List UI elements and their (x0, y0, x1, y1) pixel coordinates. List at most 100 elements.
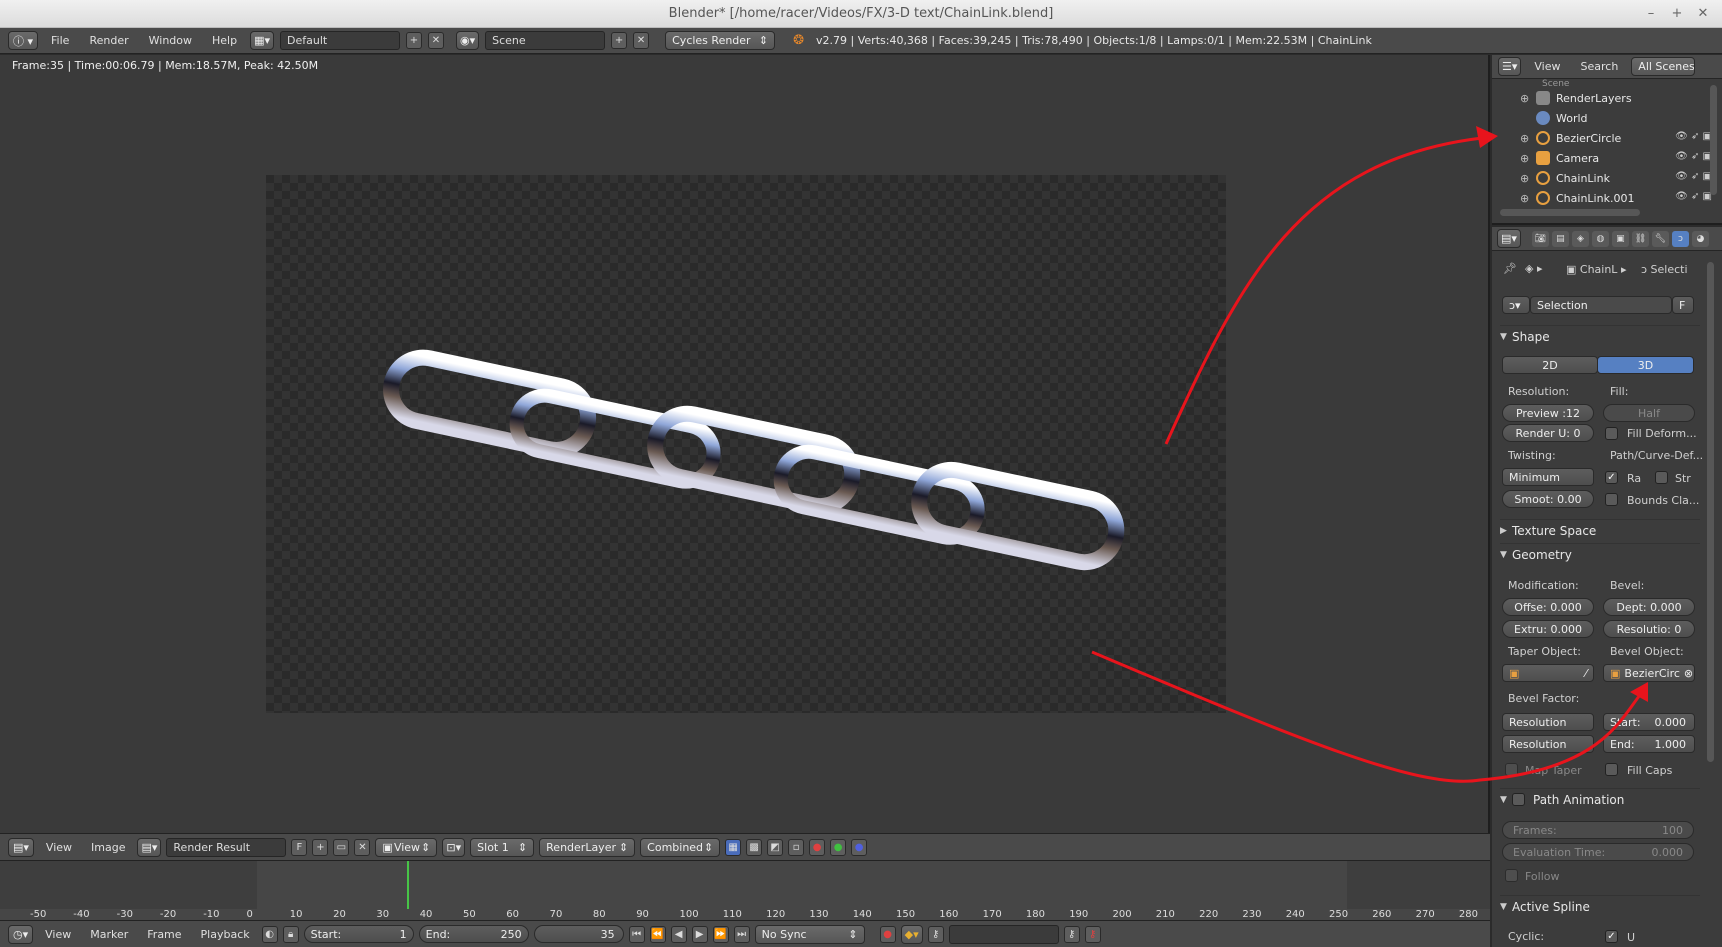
menu-marker[interactable]: Marker (83, 928, 135, 941)
remove-scene-icon[interactable]: ✕ (633, 32, 650, 49)
preview-resolution-field[interactable]: Preview :12 (1502, 404, 1594, 422)
bounds-clamp-checkbox[interactable] (1605, 493, 1618, 506)
path-animation-section-header[interactable]: ▼ Path Animation (1500, 788, 1700, 810)
add-layout-icon[interactable]: + (406, 32, 422, 49)
prev-key-icon[interactable]: ⏪ (649, 925, 666, 943)
eyedropper-icon[interactable]: ⁄ (1585, 667, 1587, 680)
menu-playback[interactable]: Playback (194, 928, 257, 941)
constraints-tab-icon[interactable]: ⛓︎ (1631, 230, 1649, 247)
insert-key-icon[interactable]: ⚷ (1063, 925, 1080, 943)
jump-start-icon[interactable]: ⏮ (628, 925, 645, 943)
smooth-field[interactable]: Smoot: 0.00 (1502, 490, 1594, 508)
play-icon[interactable]: ▶ (691, 925, 708, 943)
keying-set-field[interactable] (948, 924, 1059, 944)
outliner-menu-search[interactable]: Search (1574, 60, 1626, 73)
fill-mode-select[interactable]: Half (1603, 404, 1695, 422)
bevel-object-field[interactable]: ▣ BezierCirc ⊗ (1603, 664, 1695, 682)
add-scene-icon[interactable]: + (611, 32, 628, 49)
texture-space-section-header[interactable]: ▶ Texture Space (1500, 519, 1700, 541)
bevel-resolution-field[interactable]: Resolutio: 0 (1603, 620, 1695, 638)
outliner-scene-row[interactable]: Scene (1492, 79, 1722, 88)
datablock-fake-user[interactable]: F (1672, 296, 1694, 314)
sync-select[interactable]: No Sync ⇕ (754, 924, 865, 944)
shape-section-header[interactable]: ▼ Shape (1500, 325, 1700, 347)
cyclic-u-checkbox[interactable]: ✓ (1605, 930, 1618, 943)
curve-data-tab-icon[interactable]: ↄ (1671, 230, 1689, 247)
bevel-factor-mode-start[interactable]: Resolution (1502, 713, 1594, 731)
menu-view[interactable]: View (39, 841, 79, 854)
keying-set-icon[interactable]: ◆▾ (900, 924, 923, 944)
outliner-item-chainlink[interactable]: ⊕ ChainLink 👁︎ ➶ ▣ (1492, 168, 1722, 188)
pin-icon[interactable]: 📌︎ (1503, 262, 1517, 275)
scene-field[interactable]: Scene (485, 31, 606, 50)
object-tab-icon[interactable]: ▣ (1611, 230, 1629, 247)
record-icon[interactable]: ● (879, 925, 896, 943)
current-frame-field[interactable]: 35 (533, 925, 624, 943)
extrude-field[interactable]: Extru: 0.000 (1502, 620, 1594, 638)
bevel-factor-mode-end[interactable]: Resolution (1502, 735, 1594, 753)
outliner-display-select[interactable]: All Scenes (1631, 57, 1696, 76)
offset-field[interactable]: Offse: 0.000 (1502, 598, 1594, 616)
outliner-v-scrollbar[interactable] (1710, 85, 1717, 195)
view-mode-select[interactable]: ▣ View ⇕ (375, 837, 438, 857)
render-layers-tab-icon[interactable]: ▤ (1551, 230, 1569, 247)
start-frame-field[interactable]: Start: 1 (303, 925, 414, 943)
outliner-item-chainlink-001[interactable]: ⊕ ChainLink.001 👁︎ ➶ ▣ (1492, 188, 1722, 208)
visibility-controls[interactable]: 👁︎ ➶ ▣ (1675, 171, 1712, 182)
mode-2d-button[interactable]: 2D (1502, 356, 1598, 374)
keyframe-type-icon[interactable]: ⚷ (927, 925, 944, 943)
red-channel-icon[interactable]: ● (809, 838, 826, 856)
bevel-factor-end-field[interactable]: End: 1.000 (1603, 735, 1695, 753)
properties-scrollbar[interactable] (1707, 262, 1714, 762)
zbuffer-icon[interactable]: ◩ (767, 838, 784, 856)
lock-icon[interactable]: 🔒︎ (282, 925, 299, 943)
outliner-menu-view[interactable]: View (1527, 60, 1567, 73)
visibility-controls[interactable]: 👁︎ ➶ ▣ (1675, 191, 1712, 202)
scene-icon[interactable]: ◉▾ (456, 31, 480, 50)
current-frame-line[interactable] (407, 861, 409, 909)
radius-checkbox[interactable]: ✓ (1605, 471, 1618, 484)
bevel-depth-field[interactable]: Dept: 0.000 (1603, 598, 1695, 616)
menu-window[interactable]: Window (142, 34, 199, 47)
expand-icon[interactable]: ⊕ (1520, 132, 1529, 145)
follow-checkbox[interactable] (1505, 869, 1518, 882)
clear-icon[interactable]: ⊗ (1684, 667, 1693, 680)
menu-frame[interactable]: Frame (140, 928, 188, 941)
properties-editor-icon[interactable]: ▤▾ (1497, 229, 1521, 248)
render-tab-icon[interactable]: 📷︎ (1531, 230, 1549, 247)
active-spline-section-header[interactable]: ▼ Active Spline (1500, 895, 1700, 917)
close-button[interactable]: ✕ (1692, 0, 1714, 28)
map-taper-checkbox[interactable] (1505, 763, 1518, 776)
material-tab-icon[interactable]: ◕ (1691, 230, 1709, 247)
render-layer-select[interactable]: RenderLayer ⇕ (539, 837, 636, 857)
play-reverse-icon[interactable]: ◀ (670, 925, 687, 943)
modifiers-tab-icon[interactable]: 🔧︎ (1651, 230, 1669, 247)
image-browse-icon[interactable]: ▤▾ (137, 837, 162, 857)
menu-file[interactable]: File (44, 34, 76, 47)
outliner-h-scrollbar[interactable] (1500, 209, 1640, 216)
info-editor-icon[interactable]: ⓘ ▾ (8, 31, 39, 50)
minimize-button[interactable]: – (1640, 0, 1662, 28)
mode-3d-button[interactable]: 3D (1597, 356, 1694, 374)
end-frame-field[interactable]: End: 250 (418, 925, 529, 943)
expand-icon[interactable]: ⊕ (1520, 192, 1529, 205)
open-image-icon[interactable]: ▭ (333, 838, 350, 856)
datablock-name-field[interactable]: Selection (1530, 296, 1672, 314)
green-channel-icon[interactable]: ● (830, 838, 847, 856)
outliner-editor-icon[interactable]: ☰▾ (1498, 57, 1522, 76)
image-name-field[interactable]: Render Result (166, 837, 287, 857)
frames-field[interactable]: Frames: 100 (1502, 821, 1694, 839)
evaluation-time-field[interactable]: Evaluation Time: 0.000 (1502, 843, 1694, 861)
image-viewport[interactable]: Frame:35 | Time:00:06.79 | Mem:18.57M, P… (0, 55, 1490, 833)
delete-key-icon[interactable]: ⚷ (1084, 925, 1101, 943)
expand-icon[interactable]: ⊕ (1520, 152, 1529, 165)
stretch-checkbox[interactable] (1655, 471, 1668, 484)
outliner-item-renderlayers[interactable]: ⊕ RenderLayers (1492, 88, 1722, 108)
preview-range-icon[interactable]: ◐ (261, 925, 278, 943)
timeline-area[interactable]: -50 -40 -30 -20 -10 0 10 20 30 40 50 60 70 80 90 100 110… (0, 860, 1490, 920)
channel-icon[interactable]: ▫ (788, 838, 805, 856)
editor-type-icon[interactable]: ▤▾ (8, 837, 34, 857)
bevel-factor-start-field[interactable]: Start: 0.000 (1603, 713, 1695, 731)
world-tab-icon[interactable]: ◍ (1591, 230, 1609, 247)
maximize-button[interactable]: + (1666, 0, 1688, 28)
